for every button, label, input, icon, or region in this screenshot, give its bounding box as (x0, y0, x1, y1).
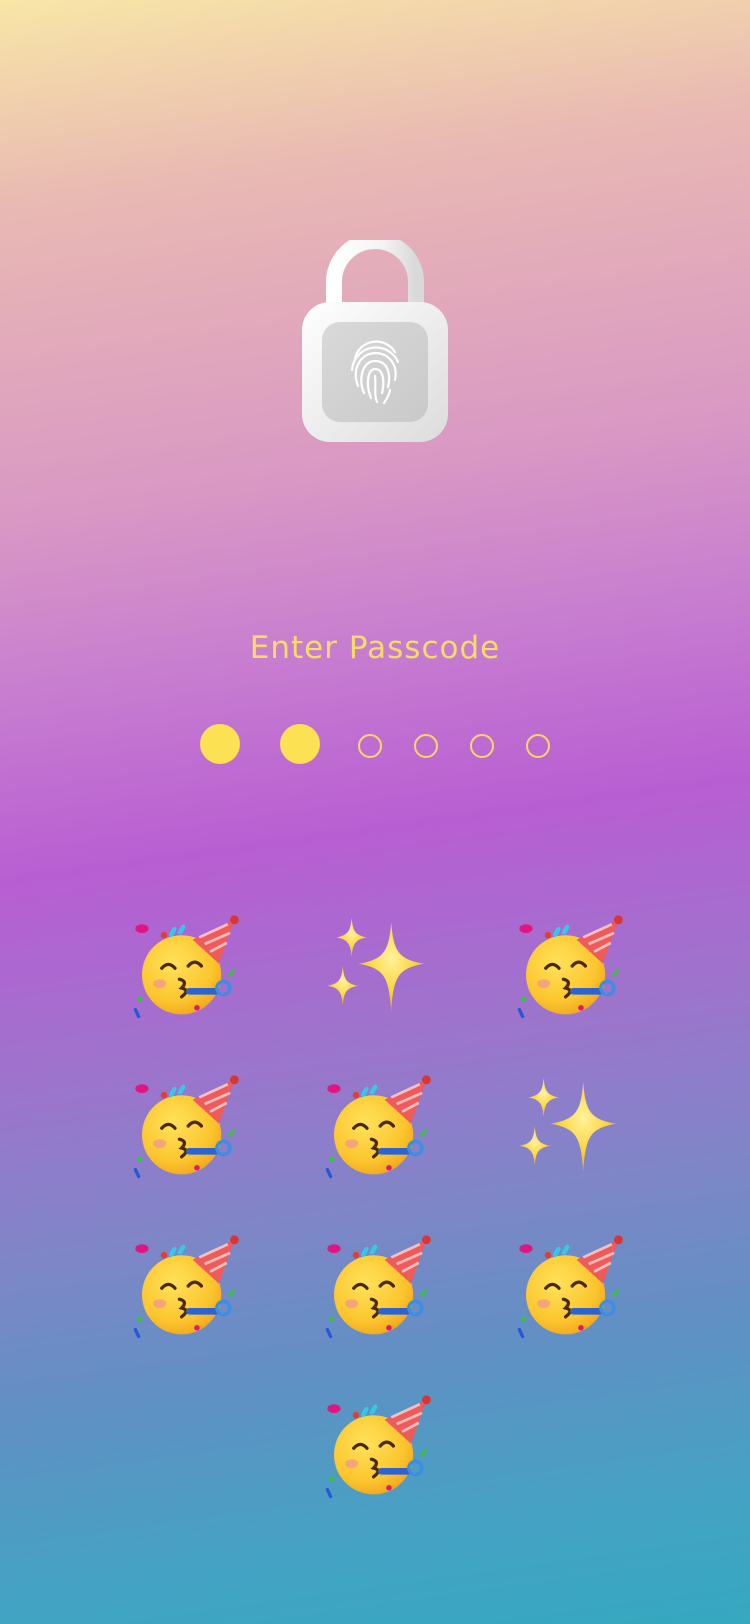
partying-face-emoji-icon (131, 1233, 241, 1341)
passcode-dot-empty (526, 734, 550, 758)
partying-face-emoji-icon (131, 913, 241, 1021)
partying-face-emoji-icon (131, 1073, 241, 1181)
sparkles-emoji-icon (327, 917, 425, 1013)
keypad-key-5[interactable] (318, 1066, 438, 1186)
passcode-dot-filled (280, 724, 320, 764)
passcode-dot-empty (470, 734, 494, 758)
keypad-key-0[interactable] (318, 1386, 438, 1506)
partying-face-emoji-icon (323, 1393, 433, 1501)
keypad-key-4[interactable] (126, 1066, 246, 1186)
passcode-dot-empty (414, 734, 438, 758)
keypad-key-7[interactable] (126, 1226, 246, 1346)
partying-face-emoji-icon (323, 1233, 433, 1341)
keypad-key-9[interactable] (510, 1226, 630, 1346)
keypad-key-6[interactable] (510, 1066, 630, 1186)
passcode-dot-filled (200, 724, 240, 764)
keypad-key-2[interactable] (318, 906, 438, 1026)
lock-fingerprint-icon (300, 233, 450, 445)
page-title: Enter Passcode (249, 630, 501, 666)
partying-face-emoji-icon (323, 1073, 433, 1181)
partying-face-emoji-icon (515, 1233, 625, 1341)
sparkles-emoji-icon (519, 1077, 617, 1173)
keypad-key-8[interactable] (318, 1226, 438, 1346)
keypad-key-3[interactable] (510, 906, 630, 1026)
passcode-dot-empty (358, 734, 382, 758)
partying-face-emoji-icon (515, 913, 625, 1021)
keypad-key-1[interactable] (126, 906, 246, 1026)
